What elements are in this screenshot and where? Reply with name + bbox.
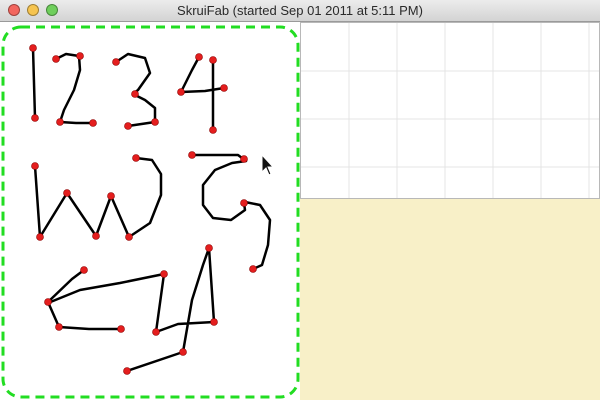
control-point[interactable]	[76, 52, 84, 60]
control-point[interactable]	[240, 199, 248, 207]
control-point[interactable]	[36, 233, 44, 241]
control-point[interactable]	[151, 118, 159, 126]
stroke-digit-1[interactable]	[31, 46, 37, 120]
app-window: SkruiFab (started Sep 01 2011 at 5:11 PM…	[0, 0, 600, 400]
control-point[interactable]	[117, 325, 125, 333]
control-point[interactable]	[29, 44, 37, 52]
control-point[interactable]	[31, 114, 39, 122]
selection-box[interactable]	[1, 25, 300, 399]
control-points-group[interactable]	[29, 44, 257, 375]
stroke-digit-4[interactable]	[179, 55, 226, 94]
control-point[interactable]	[188, 151, 196, 159]
control-point[interactable]	[240, 155, 248, 163]
control-point[interactable]	[195, 53, 203, 61]
control-point[interactable]	[209, 56, 217, 64]
stroke-digit-3[interactable]	[114, 52, 157, 128]
control-point[interactable]	[131, 90, 139, 98]
control-point[interactable]	[209, 126, 217, 134]
control-point[interactable]	[177, 88, 185, 96]
control-point[interactable]	[55, 323, 63, 331]
control-point[interactable]	[56, 118, 64, 126]
stroke-letter-w[interactable]	[33, 156, 163, 239]
stroke-letter-g-tail[interactable]	[243, 200, 272, 271]
control-point[interactable]	[92, 232, 100, 240]
control-point[interactable]	[210, 318, 218, 326]
stroke-digit-2[interactable]	[54, 52, 95, 125]
control-point[interactable]	[179, 348, 187, 356]
mouse-cursor-icon	[261, 153, 275, 176]
stroke-zigzag-2[interactable]	[46, 246, 216, 373]
control-point[interactable]	[160, 270, 168, 278]
control-point[interactable]	[80, 266, 88, 274]
control-point[interactable]	[123, 367, 131, 375]
control-point[interactable]	[107, 192, 115, 200]
control-point[interactable]	[31, 162, 39, 170]
control-point[interactable]	[132, 154, 140, 162]
drawing-layer[interactable]	[0, 0, 600, 400]
control-point[interactable]	[63, 189, 71, 197]
control-point[interactable]	[125, 233, 133, 241]
control-point[interactable]	[44, 298, 52, 306]
control-point[interactable]	[220, 84, 228, 92]
control-point[interactable]	[124, 122, 132, 130]
control-point[interactable]	[52, 55, 60, 63]
control-point[interactable]	[205, 244, 213, 252]
strokes-group[interactable]	[31, 46, 272, 373]
control-point[interactable]	[152, 328, 160, 336]
control-point[interactable]	[112, 58, 120, 66]
stroke-letter-g[interactable]	[190, 153, 248, 222]
control-point[interactable]	[89, 119, 97, 127]
control-point[interactable]	[249, 265, 257, 273]
